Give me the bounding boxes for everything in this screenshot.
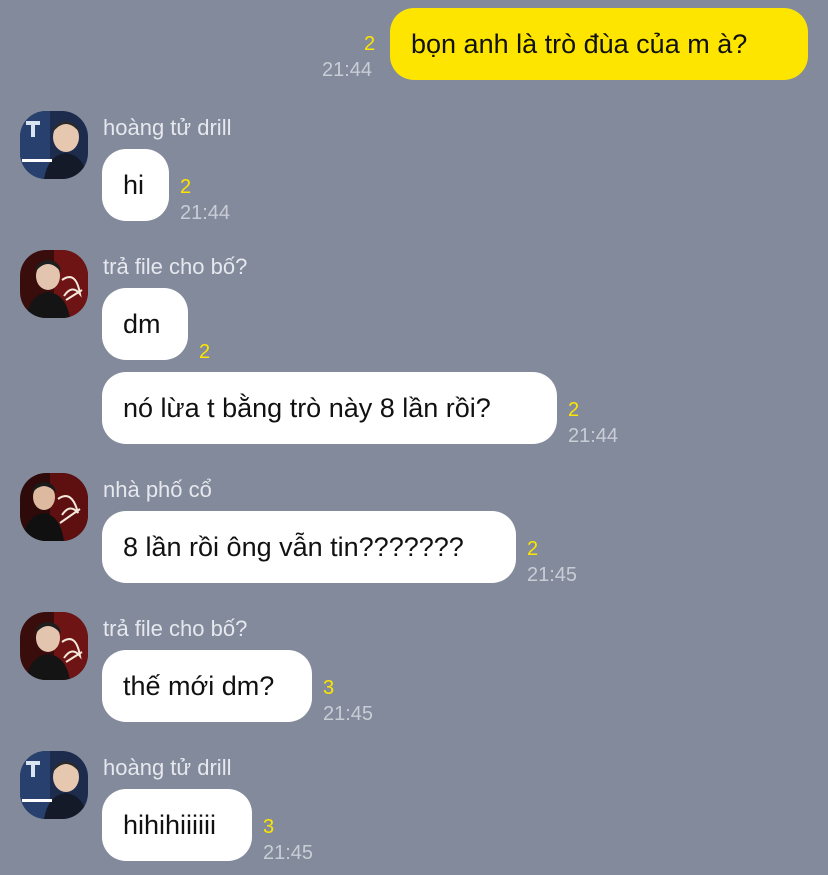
profile-photo-blue-team-icon — [20, 751, 88, 819]
profile-photo-red-team-icon — [20, 473, 88, 541]
sender-avatar[interactable] — [20, 612, 88, 680]
unread-count: 2 — [568, 399, 580, 421]
message-bubble[interactable]: dm — [102, 288, 188, 360]
unread-count: 2 — [364, 33, 376, 55]
profile-photo-red-team-icon — [20, 250, 88, 318]
message-time: 21:45 — [323, 703, 374, 725]
unread-count: 2 — [199, 341, 211, 363]
unread-count: 2 — [180, 176, 192, 198]
sender-avatar[interactable] — [20, 473, 88, 541]
message-bubble[interactable]: hi — [102, 149, 169, 221]
message-time: 21:45 — [263, 842, 314, 864]
message-time: 21:44 — [180, 202, 231, 224]
sender-name: trả file cho bố? — [103, 254, 248, 279]
unread-count: 2 — [527, 538, 539, 560]
unread-count: 3 — [323, 677, 335, 699]
sender-avatar[interactable] — [20, 751, 88, 819]
sender-name: nhà phố cổ — [103, 477, 212, 502]
profile-photo-red-team-icon — [20, 612, 88, 680]
sender-name: trả file cho bố? — [103, 616, 248, 641]
message-time: 21:45 — [527, 564, 578, 586]
my-message-bubble[interactable]: bọn anh là trò đùa của m à? — [390, 8, 808, 80]
message-bubble[interactable]: 8 lần rồi ông vẫn tin??????? — [102, 511, 516, 583]
profile-photo-blue-team-icon — [20, 111, 88, 179]
unread-count: 3 — [263, 816, 275, 838]
sender-name: hoàng tử drill — [103, 115, 232, 140]
sender-name: hoàng tử drill — [103, 755, 232, 780]
sender-avatar[interactable] — [20, 250, 88, 318]
message-bubble[interactable]: thế mới dm? — [102, 650, 312, 722]
message-bubble[interactable]: nó lừa t bằng trò này 8 lần rồi? — [102, 372, 557, 444]
message-time: 21:44 — [568, 425, 619, 447]
message-time: 21:44 — [322, 59, 373, 81]
message-bubble[interactable]: hihihiiiiii — [102, 789, 252, 861]
sender-avatar[interactable] — [20, 111, 88, 179]
